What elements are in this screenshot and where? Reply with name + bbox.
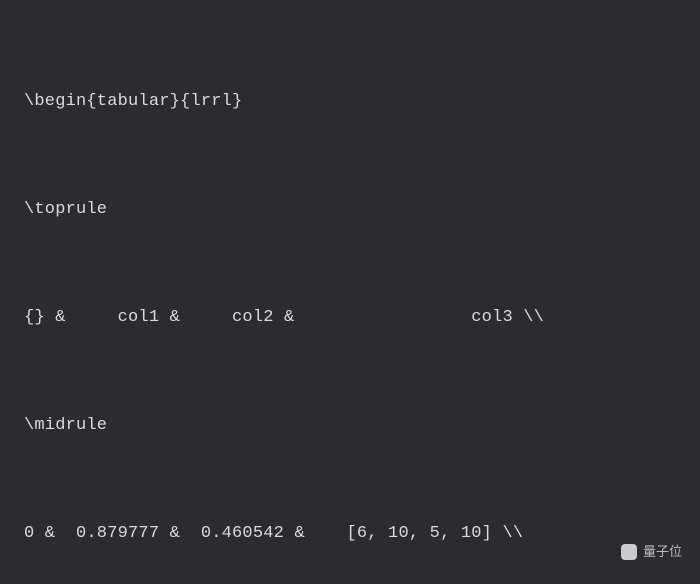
wechat-icon <box>621 544 637 560</box>
latex-toprule-line: \toprule <box>24 192 684 228</box>
watermark: 量子位 <box>621 534 682 570</box>
latex-output-block: \begin{tabular}{lrrl} \toprule {} & col1… <box>0 0 700 584</box>
watermark-label: 量子位 <box>643 534 682 570</box>
latex-begin-line: \begin{tabular}{lrrl} <box>24 84 684 120</box>
latex-header-line: {} & col1 & col2 & col3 \\ <box>24 300 684 336</box>
latex-midrule-line: \midrule <box>24 408 684 444</box>
latex-data-row: 0 & 0.879777 & 0.460542 & [6, 10, 5, 10]… <box>24 516 684 552</box>
